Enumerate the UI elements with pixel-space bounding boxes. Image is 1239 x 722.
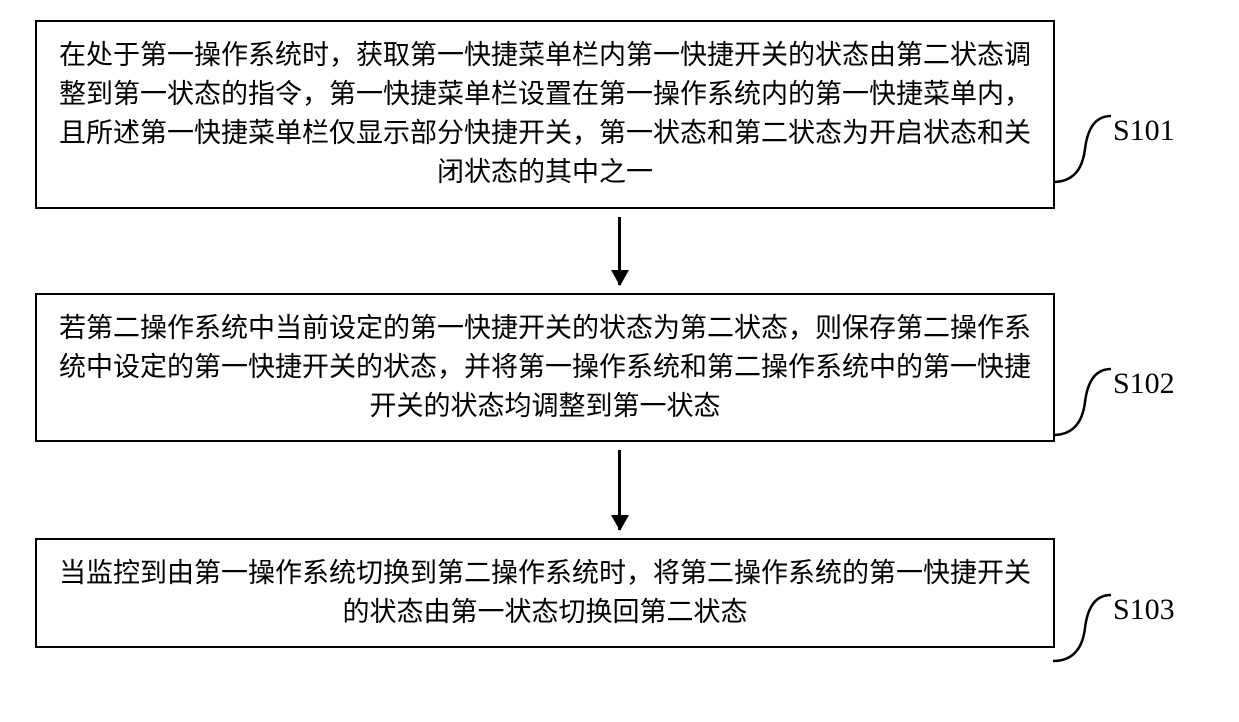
step-text: 在处于第一操作系统时，获取第一快捷菜单栏内第一快捷开关的状态由第二状态调整到第一… [59, 40, 1031, 187]
arrow-down-icon [618, 217, 621, 285]
arrow-down-icon [618, 450, 621, 530]
connector-curve-icon [1053, 593, 1113, 663]
connector-curve-icon [1053, 367, 1113, 437]
step-text: 若第二操作系统中当前设定的第一快捷开关的状态为第二状态，则保存第二操作系统中设定… [59, 313, 1031, 421]
step-s101: 在处于第一操作系统时，获取第一快捷菜单栏内第一快捷开关的状态由第二状态调整到第一… [35, 20, 1204, 209]
step-box-s103: 当监控到由第一操作系统切换到第二操作系统时，将第二操作系统的第一快捷开关的状态由… [35, 538, 1055, 648]
step-box-s101: 在处于第一操作系统时，获取第一快捷菜单栏内第一快捷开关的状态由第二状态调整到第一… [35, 20, 1055, 209]
step-label: S103 [1113, 593, 1175, 627]
step-label: S102 [1113, 367, 1175, 401]
step-text: 当监控到由第一操作系统切换到第二操作系统时，将第二操作系统的第一快捷开关的状态由… [59, 558, 1031, 627]
step-box-s102: 若第二操作系统中当前设定的第一快捷开关的状态为第二状态，则保存第二操作系统中设定… [35, 293, 1055, 442]
step-s103: 当监控到由第一操作系统切换到第二操作系统时，将第二操作系统的第一快捷开关的状态由… [35, 538, 1204, 648]
step-label: S101 [1113, 114, 1175, 148]
flowchart-container: 在处于第一操作系统时，获取第一快捷菜单栏内第一快捷开关的状态由第二状态调整到第一… [35, 20, 1204, 648]
connector-curve-icon [1053, 114, 1113, 184]
step-s102: 若第二操作系统中当前设定的第一快捷开关的状态为第二状态，则保存第二操作系统中设定… [35, 293, 1204, 442]
